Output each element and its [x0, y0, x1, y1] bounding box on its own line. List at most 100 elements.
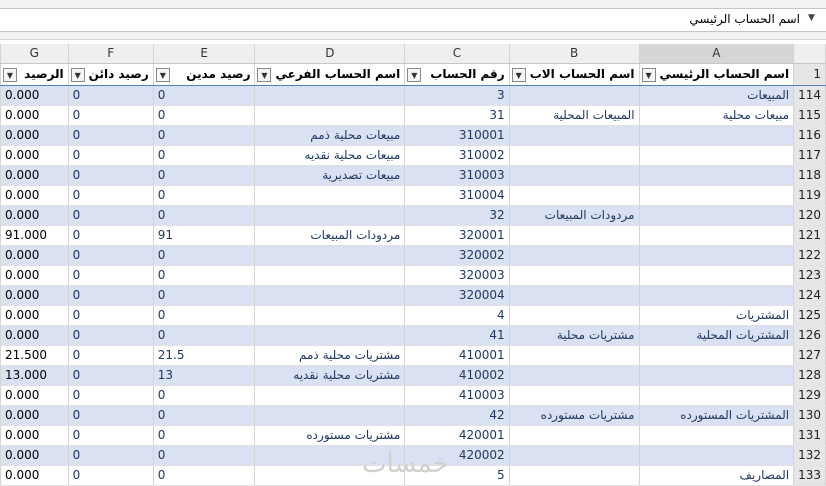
- cell-sub-account[interactable]: [254, 385, 406, 406]
- cell-credit[interactable]: 0: [67, 345, 154, 366]
- cell-main-account[interactable]: [638, 265, 795, 286]
- cell-balance[interactable]: 0.000: [0, 465, 69, 486]
- cell-main-account[interactable]: مبيعات محلية: [638, 105, 795, 126]
- cell-parent-account[interactable]: [508, 165, 640, 186]
- cell-sub-account[interactable]: [254, 105, 406, 126]
- cell-parent-account[interactable]: [508, 365, 640, 386]
- row-number[interactable]: 131: [793, 425, 826, 446]
- cell-parent-account[interactable]: [508, 225, 640, 246]
- cell-account-number[interactable]: 310003: [404, 165, 510, 186]
- row-number[interactable]: 121: [793, 225, 826, 246]
- cell-parent-account[interactable]: [508, 385, 640, 406]
- column-header-c[interactable]: C: [404, 44, 510, 64]
- cell-debit[interactable]: 0: [152, 465, 256, 486]
- cell-parent-account[interactable]: [508, 125, 640, 146]
- cell-parent-account[interactable]: المبيعات المحلية: [508, 105, 640, 126]
- cell-balance[interactable]: 0.000: [0, 145, 69, 166]
- cell-parent-account[interactable]: [508, 345, 640, 366]
- cell-account-number[interactable]: 310002: [404, 145, 510, 166]
- cell-credit[interactable]: 0: [67, 165, 154, 186]
- cell-parent-account[interactable]: [508, 145, 640, 166]
- cell-credit[interactable]: 0: [67, 125, 154, 146]
- cell-credit[interactable]: 0: [67, 305, 154, 326]
- cell-account-number[interactable]: 320003: [404, 265, 510, 286]
- row-number[interactable]: 114: [793, 85, 826, 106]
- cell-balance[interactable]: 0.000: [0, 285, 69, 306]
- cell-account-number[interactable]: 310001: [404, 125, 510, 146]
- cell-sub-account[interactable]: [254, 405, 406, 426]
- cell-debit[interactable]: 0: [152, 325, 256, 346]
- cell-credit[interactable]: 0: [67, 245, 154, 266]
- column-header-d[interactable]: D: [254, 44, 406, 64]
- cell-debit[interactable]: 0: [152, 445, 256, 466]
- cell-debit[interactable]: 0: [152, 385, 256, 406]
- filter-dropdown-icon[interactable]: ▼: [641, 67, 656, 82]
- cell-debit[interactable]: 0: [152, 145, 256, 166]
- cell-credit[interactable]: 0: [67, 365, 154, 386]
- cell-main-account[interactable]: المشتريات المستورده: [638, 405, 795, 426]
- cell-credit[interactable]: 0: [67, 325, 154, 346]
- cell-main-account[interactable]: المشتريات: [638, 305, 795, 326]
- row-number[interactable]: 117: [793, 145, 826, 166]
- filter-dropdown-icon[interactable]: ▼: [3, 67, 17, 82]
- name-box[interactable]: ▼ اسم الحساب الرئيسي: [0, 8, 826, 32]
- row-number[interactable]: 125: [793, 305, 826, 326]
- cell-parent-account[interactable]: [508, 245, 640, 266]
- cell-debit[interactable]: 13: [152, 365, 256, 386]
- cell-account-number[interactable]: 4: [404, 305, 510, 326]
- cell-sub-account[interactable]: مشتريات مستورده: [254, 425, 406, 446]
- cell-sub-account[interactable]: مردودات المبيعات: [254, 225, 406, 246]
- row-number[interactable]: 116: [793, 125, 826, 146]
- cell-main-account[interactable]: [638, 285, 795, 306]
- chevron-down-icon[interactable]: ▼: [808, 13, 815, 23]
- row-number[interactable]: 119: [793, 185, 826, 206]
- filter-dropdown-icon[interactable]: ▼: [407, 67, 422, 82]
- cell-main-account[interactable]: [638, 205, 795, 226]
- cell-credit[interactable]: 0: [67, 385, 154, 406]
- cell-debit[interactable]: 0: [152, 245, 256, 266]
- cell-sub-account[interactable]: [254, 445, 406, 466]
- filter-dropdown-icon[interactable]: ▼: [257, 67, 272, 82]
- cell-account-number[interactable]: 320004: [404, 285, 510, 306]
- cell-sub-account[interactable]: [254, 185, 406, 206]
- cell-balance[interactable]: 21.500: [0, 345, 69, 366]
- cell-account-number[interactable]: 32: [404, 205, 510, 226]
- cell-sub-account[interactable]: مبيعات تصديرية: [254, 165, 406, 186]
- cell-main-account[interactable]: [638, 425, 795, 446]
- cell-parent-account[interactable]: [508, 185, 640, 206]
- cell-balance[interactable]: 0.000: [0, 445, 69, 466]
- cell-account-number[interactable]: 320001: [404, 225, 510, 246]
- cell-parent-account[interactable]: [508, 425, 640, 446]
- select-all-corner[interactable]: [793, 44, 826, 64]
- cell-main-account[interactable]: المبيعات: [638, 85, 795, 106]
- column-header-a[interactable]: A: [638, 44, 795, 64]
- row-number[interactable]: 124: [793, 285, 826, 306]
- cell-account-number[interactable]: 420002: [404, 445, 510, 466]
- cell-debit[interactable]: 0: [152, 285, 256, 306]
- cell-account-number[interactable]: 310004: [404, 185, 510, 206]
- cell-account-number[interactable]: 3: [404, 85, 510, 106]
- cell-balance[interactable]: 0.000: [0, 165, 69, 186]
- cell-sub-account[interactable]: [254, 85, 406, 106]
- cell-debit[interactable]: 0: [152, 165, 256, 186]
- cell-credit[interactable]: 0: [67, 405, 154, 426]
- row-number[interactable]: 118: [793, 165, 826, 186]
- cell-main-account[interactable]: [638, 345, 795, 366]
- cell-sub-account[interactable]: [254, 265, 406, 286]
- cell-debit[interactable]: 21.5: [152, 345, 256, 366]
- cell-balance[interactable]: 0.000: [0, 305, 69, 326]
- cell-debit[interactable]: 0: [152, 265, 256, 286]
- column-header-e[interactable]: E: [152, 44, 256, 64]
- cell-account-number[interactable]: 42: [404, 405, 510, 426]
- cell-parent-account[interactable]: مشتريات مستورده: [508, 405, 640, 426]
- cell-credit[interactable]: 0: [67, 425, 154, 446]
- cell-balance[interactable]: 0.000: [0, 85, 69, 106]
- cell-parent-account[interactable]: [508, 85, 640, 106]
- cell-credit[interactable]: 0: [67, 445, 154, 466]
- cell-main-account[interactable]: [638, 385, 795, 406]
- cell-account-number[interactable]: 31: [404, 105, 510, 126]
- column-header-f[interactable]: F: [67, 44, 154, 64]
- cell-balance[interactable]: 0.000: [0, 325, 69, 346]
- cell-account-number[interactable]: 410002: [404, 365, 510, 386]
- cell-sub-account[interactable]: [254, 465, 406, 486]
